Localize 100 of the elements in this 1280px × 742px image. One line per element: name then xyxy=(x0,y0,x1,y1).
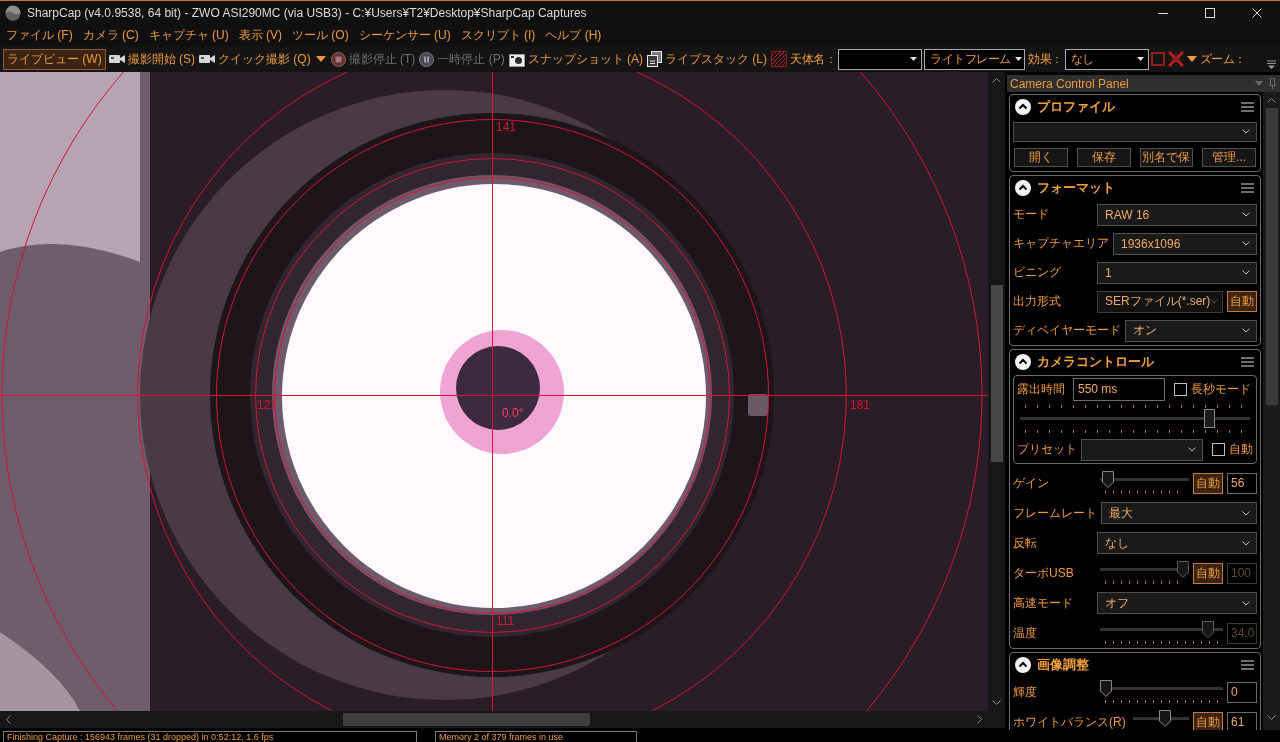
field-label: 高速モード xyxy=(1013,594,1074,612)
field-label: ズーム： xyxy=(1199,50,1246,68)
slider-thumb[interactable] xyxy=(1203,409,1215,428)
caret-icon xyxy=(1014,57,1022,61)
stacked-frames-icon xyxy=(647,51,662,67)
horizontal-scrollbar[interactable] xyxy=(0,711,988,728)
field-label: 効果： xyxy=(1028,50,1063,68)
menu-icon[interactable] xyxy=(1241,357,1254,367)
field-label: キャプチャエリア xyxy=(1013,235,1109,252)
field-label: ホワイトバランス(R) xyxy=(1013,713,1126,730)
live-view-button[interactable]: ライブビュー (W) xyxy=(3,48,106,70)
menu-icon[interactable] xyxy=(1241,102,1254,112)
checkbox[interactable] xyxy=(1212,443,1225,456)
field-label: 出力形式 xyxy=(1013,293,1062,310)
value-field[interactable]: 61 xyxy=(1227,711,1257,730)
profile-button[interactable]: 保存 xyxy=(1076,148,1131,167)
field-label: ゲイン xyxy=(1013,474,1050,492)
scrollbar-thumb[interactable] xyxy=(343,713,590,726)
field-label: ディベイヤーモード xyxy=(1013,322,1121,339)
vertical-scrollbar[interactable] xyxy=(1263,92,1280,730)
menu-icon[interactable] xyxy=(1241,660,1254,670)
start-capture-button[interactable]: 撮影開始 (S) xyxy=(107,48,196,70)
scroll-left-icon[interactable] xyxy=(6,715,11,724)
field-label: ターボUSB xyxy=(1013,564,1075,582)
scroll-up-icon[interactable] xyxy=(992,78,1001,83)
collapse-icon[interactable] xyxy=(1015,99,1031,115)
text-field[interactable]: 550 ms xyxy=(1073,377,1165,401)
overflow-icon[interactable] xyxy=(1267,60,1276,69)
dropdown[interactable]: 1 xyxy=(1097,261,1257,284)
menu-item[interactable]: ファイル (F) xyxy=(2,23,77,47)
status-text: Memory 2 of 379 frames in use xyxy=(435,731,637,742)
caret-icon xyxy=(1136,57,1144,61)
field-label: プリセット xyxy=(1017,441,1077,458)
field-label: 反転 xyxy=(1013,534,1038,552)
caret-icon[interactable] xyxy=(315,56,326,62)
section-title: プロファイル xyxy=(1037,98,1115,116)
menu-item[interactable]: スクリプト (I) xyxy=(456,23,540,47)
profile-button[interactable]: 別名で保 xyxy=(1139,148,1194,167)
dropdown[interactable]: オフ xyxy=(1097,592,1257,614)
menu-item[interactable]: キャプチャ (U) xyxy=(144,23,233,47)
profile-button[interactable]: 管理... xyxy=(1202,148,1256,167)
live-stack-button[interactable]: ライブスタック (L) xyxy=(646,48,768,70)
dropdown[interactable]: 最大 xyxy=(1101,502,1257,524)
profile-button[interactable]: 開く xyxy=(1014,148,1068,167)
stop-icon xyxy=(330,51,346,67)
chevron-icon xyxy=(1242,241,1250,246)
effect-dropdown[interactable]: なし xyxy=(1064,48,1149,70)
pin-icon[interactable] xyxy=(1269,78,1276,89)
chevron-icon xyxy=(1242,540,1250,546)
dropdown[interactable]: 1936x1096 xyxy=(1113,232,1257,255)
reticle-label: 111 xyxy=(496,614,515,628)
chevron-icon xyxy=(1188,447,1196,452)
dropdown[interactable]: RAW 16 xyxy=(1097,203,1257,226)
dropdown-icon[interactable] xyxy=(1255,81,1263,86)
value-field[interactable]: 56 xyxy=(1227,472,1257,494)
checkbox-label: 長秒モード xyxy=(1191,380,1251,398)
scroll-right-icon[interactable] xyxy=(977,715,982,724)
slider-thumb[interactable] xyxy=(1159,710,1172,727)
checkbox[interactable] xyxy=(1174,382,1187,396)
app-logo-icon xyxy=(5,4,21,21)
field-label: 温度 xyxy=(1013,624,1038,642)
field-label: 輝度 xyxy=(1013,683,1038,701)
menu-icon[interactable] xyxy=(1241,183,1254,193)
menu-item[interactable]: ツール (O) xyxy=(288,23,353,47)
menu-item[interactable]: カメラ (C) xyxy=(78,23,143,47)
auto-button[interactable]: 自動 xyxy=(1193,472,1223,494)
scrollbar-thumb[interactable] xyxy=(1265,108,1278,405)
reticle-label: 181 xyxy=(850,398,871,412)
slider-thumb[interactable] xyxy=(1102,471,1115,488)
reticle-label: 141 xyxy=(496,120,517,134)
vertical-scrollbar[interactable] xyxy=(988,72,1005,711)
checkbox-label: 自動 xyxy=(1229,441,1253,458)
auto-button[interactable]: 自動 xyxy=(1193,711,1223,730)
scroll-down-icon[interactable] xyxy=(992,700,1001,705)
collapse-icon[interactable] xyxy=(1015,354,1031,370)
dropdown[interactable]: オン xyxy=(1125,319,1257,342)
scroll-up-icon[interactable] xyxy=(1267,98,1276,103)
field-label: 天体名： xyxy=(790,50,836,68)
quick-capture-button[interactable]: クイック撮影 (Q) xyxy=(198,48,312,70)
chevron-icon xyxy=(1242,129,1250,134)
slider-thumb[interactable] xyxy=(1100,680,1112,697)
chevron-icon xyxy=(1210,299,1219,304)
target-name-field[interactable] xyxy=(838,48,922,70)
collapse-icon[interactable] xyxy=(1015,180,1031,196)
snapshot-button[interactable]: スナップショット (A) xyxy=(507,48,644,70)
panel-title: Camera Control Panel xyxy=(1010,76,1129,91)
field-label: モード xyxy=(1013,206,1050,223)
reticle-label: 0.0° xyxy=(502,406,524,420)
scroll-down-icon[interactable] xyxy=(1267,715,1276,720)
frame-type-dropdown[interactable]: ライトフレーム xyxy=(924,48,1025,70)
caret-icon[interactable] xyxy=(1186,56,1197,62)
menu-item[interactable]: ヘルプ (H) xyxy=(541,23,606,47)
close-icon xyxy=(1251,7,1262,18)
dropdown[interactable]: なし xyxy=(1097,532,1257,554)
value-field[interactable]: 0 xyxy=(1227,681,1257,703)
collapse-icon[interactable] xyxy=(1015,657,1031,673)
menu-item[interactable]: 表示 (V) xyxy=(234,23,286,47)
hatch-icon[interactable] xyxy=(771,51,787,67)
scrollbar-thumb[interactable] xyxy=(990,285,1003,462)
menu-item[interactable]: シーケンサー (U) xyxy=(354,23,455,47)
